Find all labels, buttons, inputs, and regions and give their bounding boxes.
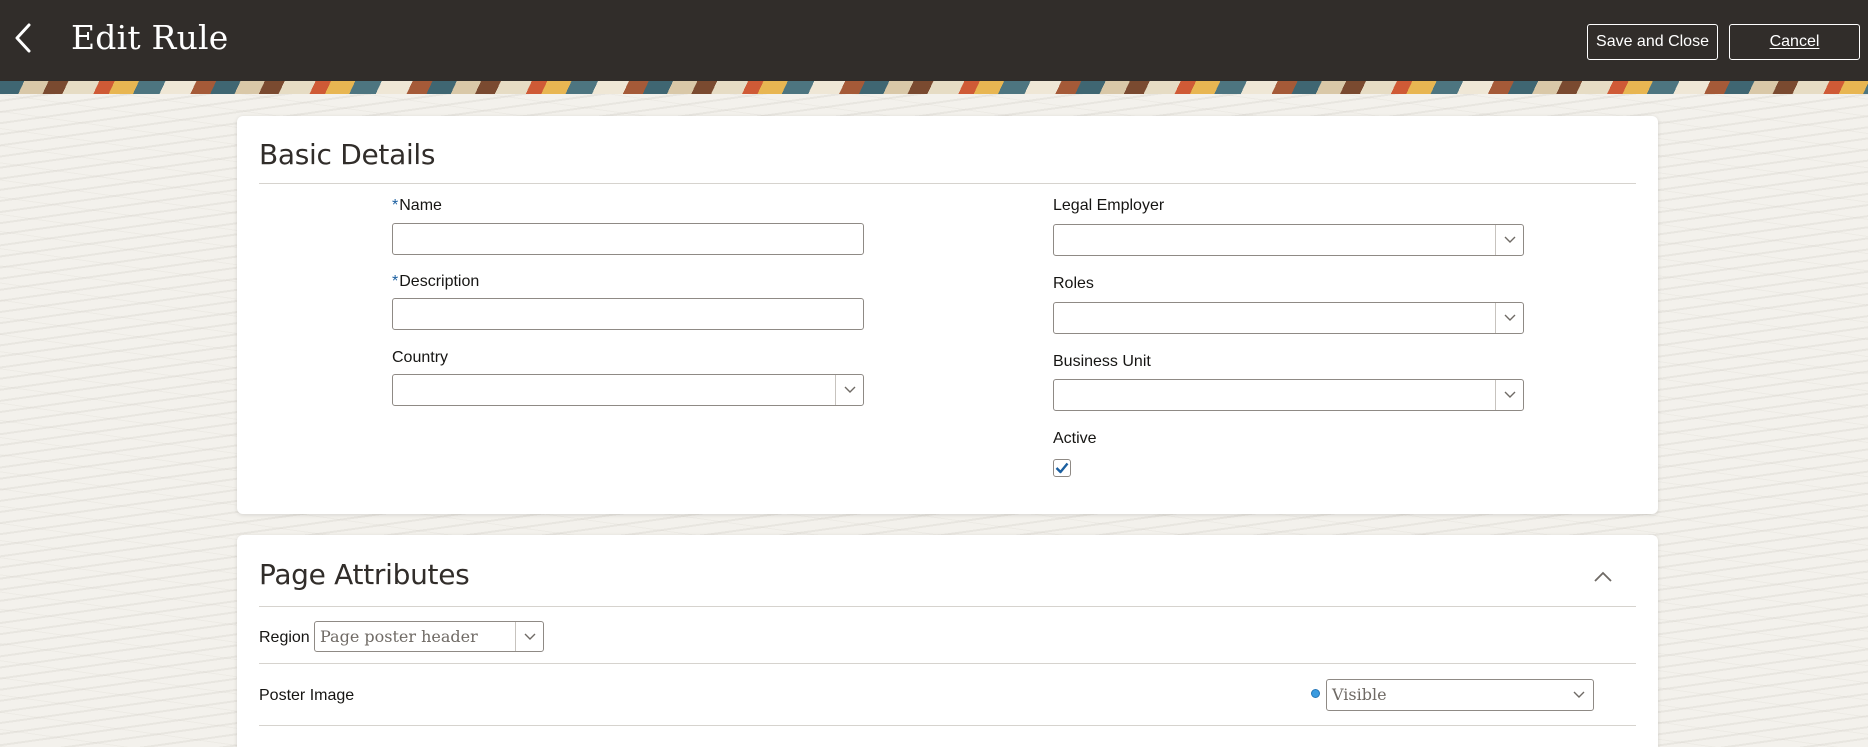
app-header: Edit Rule Save and Close Cancel (0, 0, 1868, 81)
country-label: Country (392, 349, 449, 366)
region-label: Region (259, 629, 310, 646)
page-attributes-card: Page Attributes Region Page poster heade… (237, 535, 1658, 747)
save-and-close-button[interactable]: Save and Close (1587, 24, 1718, 60)
country-select[interactable] (392, 374, 864, 406)
chevron-left-icon (15, 23, 31, 53)
chevron-down-icon (844, 386, 855, 393)
poster-image-label: Poster Image (259, 687, 355, 704)
back-button[interactable] (6, 18, 40, 58)
section-title-basic-details: Basic Details (259, 138, 436, 171)
description-label-text: Description (399, 273, 480, 290)
chevron-down-icon (1504, 391, 1515, 398)
region-select[interactable]: Page poster header (314, 621, 544, 652)
legal-employer-label: Legal Employer (1053, 197, 1165, 214)
dropdown-toggle[interactable] (1495, 380, 1523, 410)
dropdown-toggle[interactable] (835, 375, 863, 405)
section-title-page-attributes: Page Attributes (259, 558, 470, 591)
section-divider (259, 183, 1636, 184)
active-label: Active (1053, 430, 1097, 447)
roles-label: Roles (1053, 275, 1094, 292)
required-indicator: * (392, 273, 399, 290)
chevron-up-icon (1594, 571, 1612, 582)
chevron-down-icon (1504, 314, 1515, 321)
poster-image-visibility-select[interactable]: Visible (1326, 679, 1594, 711)
poster-image-selected-value: Visible (1332, 685, 1387, 704)
active-checkbox[interactable] (1053, 459, 1071, 477)
chevron-down-icon (524, 633, 535, 640)
cancel-button[interactable]: Cancel (1729, 24, 1860, 60)
chevron-down-icon (1504, 236, 1515, 243)
decorative-banner (0, 81, 1868, 94)
changed-indicator-icon (1311, 689, 1320, 698)
row-divider (259, 725, 1636, 726)
dropdown-toggle[interactable] (1495, 225, 1523, 255)
description-label: *Description (392, 273, 479, 291)
dropdown-toggle[interactable] (1565, 680, 1593, 710)
name-label: *Name (392, 197, 442, 215)
chevron-down-icon (1573, 691, 1585, 698)
roles-select[interactable] (1053, 302, 1524, 334)
dropdown-toggle[interactable] (1495, 303, 1523, 333)
business-unit-select[interactable] (1053, 379, 1524, 411)
row-divider (259, 663, 1636, 664)
name-input[interactable] (392, 223, 864, 255)
cancel-button-label: Cancel (1769, 33, 1820, 50)
legal-employer-select[interactable] (1053, 224, 1524, 256)
checkmark-icon (1055, 462, 1069, 474)
collapse-section-button[interactable] (1590, 563, 1616, 589)
section-divider (259, 606, 1636, 607)
region-selected-value: Page poster header (320, 627, 478, 646)
required-indicator: * (392, 197, 399, 214)
page-title: Edit Rule (71, 18, 229, 57)
business-unit-label: Business Unit (1053, 353, 1151, 370)
dropdown-toggle[interactable] (515, 622, 543, 651)
description-input[interactable] (392, 298, 864, 330)
name-label-text: Name (399, 197, 442, 214)
basic-details-card: Basic Details *Name *Description Country… (237, 116, 1658, 514)
